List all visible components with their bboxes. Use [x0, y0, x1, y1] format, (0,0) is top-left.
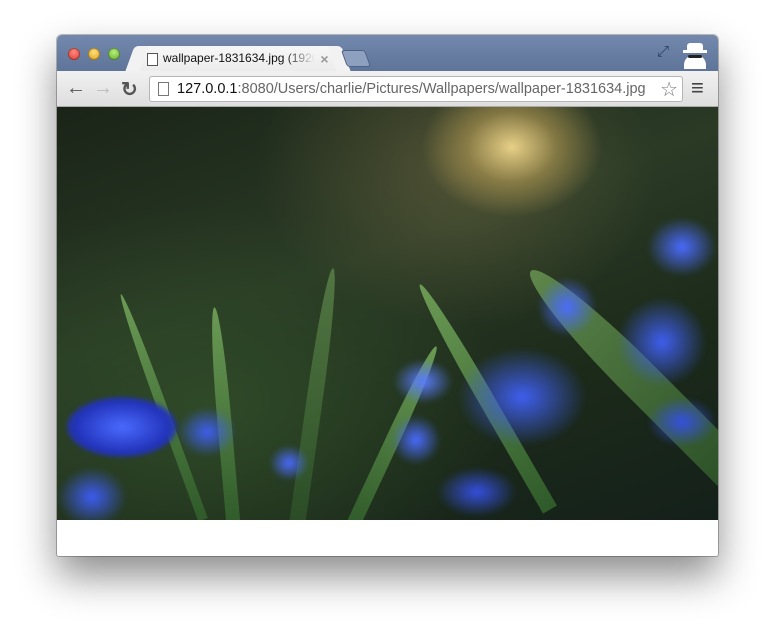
url-host: 127.0.0.1: [177, 81, 238, 97]
fullscreen-icon[interactable]: ⤢: [657, 43, 669, 60]
reload-button[interactable]: ↻: [121, 77, 138, 102]
url-text[interactable]: 127.0.0.1:8080/Users/charlie/Pictures/Wa…: [177, 81, 646, 97]
zoom-window-button[interactable]: [108, 48, 120, 60]
flower: [647, 397, 717, 447]
tab-close-icon[interactable]: ×: [320, 51, 328, 67]
browser-window: wallpaper-1831634.jpg (1920×1200) × ⤢ ← …: [57, 35, 718, 556]
leaf: [288, 267, 342, 520]
minimize-window-button[interactable]: [88, 48, 100, 60]
close-window-button[interactable]: [68, 48, 80, 60]
flower: [617, 297, 707, 387]
flower: [391, 415, 441, 465]
flower: [437, 467, 517, 517]
tab-title: wallpaper-1831634.jpg (1920×1200): [163, 51, 315, 65]
toolbar: ← → ↻ 127.0.0.1:8080/Users/charlie/Pictu…: [57, 71, 718, 107]
new-tab-button[interactable]: [340, 50, 372, 67]
flower: [67, 397, 177, 457]
menu-button[interactable]: ≡: [691, 75, 704, 101]
flower: [177, 407, 237, 457]
wallpaper-image: [57, 107, 718, 520]
flower: [647, 217, 717, 277]
flower: [269, 445, 309, 481]
back-button[interactable]: ←: [66, 77, 86, 100]
forward-button[interactable]: →: [93, 77, 113, 100]
incognito-icon: [681, 41, 709, 69]
flower: [57, 467, 127, 520]
title-bar: wallpaper-1831634.jpg (1920×1200) × ⤢: [57, 35, 718, 71]
tab-wallpaper[interactable]: wallpaper-1831634.jpg (1920×1200) ×: [137, 46, 339, 71]
flower: [537, 277, 597, 337]
bookmark-star-icon[interactable]: ☆: [660, 77, 678, 102]
page-icon: [147, 53, 158, 66]
flower: [457, 347, 587, 447]
flower: [393, 359, 453, 404]
address-bar[interactable]: 127.0.0.1:8080/Users/charlie/Pictures/Wa…: [149, 76, 683, 102]
url-path: :8080/Users/charlie/Pictures/Wallpapers/…: [237, 81, 646, 97]
page-icon: [158, 82, 169, 96]
